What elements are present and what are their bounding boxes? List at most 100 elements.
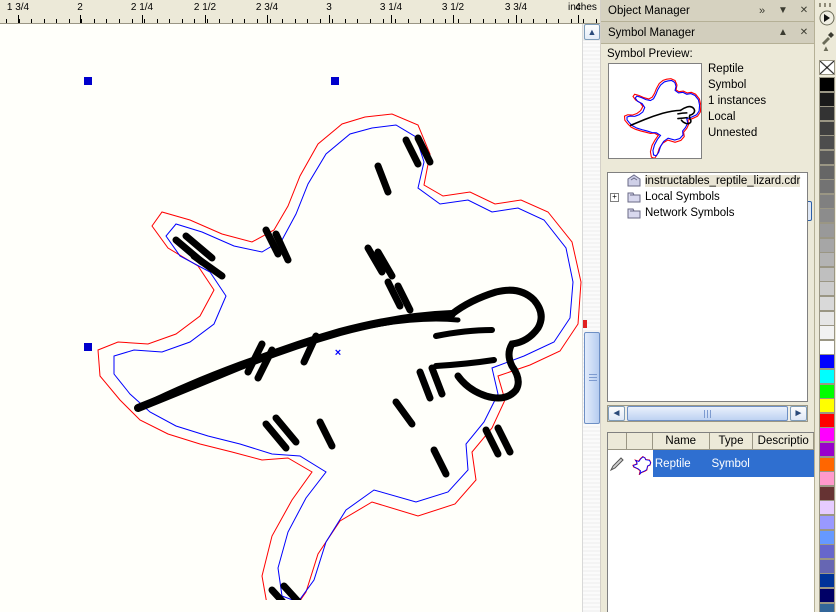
hscrollbar-track[interactable] <box>625 406 790 421</box>
scrollbar-grip-icon <box>589 373 597 381</box>
table-cell[interactable]: Reptile <box>652 450 710 477</box>
color-swatch[interactable] <box>819 281 835 297</box>
color-swatch[interactable] <box>819 339 835 355</box>
symbol-scope: Local <box>708 111 736 123</box>
symbol-tree-hscrollbar[interactable]: ◄ ► <box>607 405 808 422</box>
ruler-tick <box>257 19 258 23</box>
ruler-major-tick <box>516 15 517 23</box>
canvas-vertical-scrollbar[interactable]: ▲ <box>582 24 600 612</box>
color-swatch[interactable] <box>819 179 835 195</box>
color-swatch[interactable] <box>819 515 835 530</box>
object-manager-expand-icon[interactable]: » <box>756 4 768 18</box>
symbol-manager-close-icon[interactable]: ✕ <box>798 26 810 40</box>
ruler-tick <box>94 19 95 23</box>
ruler-tick <box>106 19 107 23</box>
table-row[interactable]: Reptile Symbol <box>608 450 814 477</box>
table-cell[interactable] <box>753 450 814 477</box>
object-manager-close-icon[interactable]: ✕ <box>798 4 810 18</box>
color-swatch[interactable] <box>819 223 835 238</box>
table-cell[interactable]: Symbol <box>709 450 754 477</box>
color-swatch[interactable] <box>819 412 835 428</box>
color-swatch[interactable] <box>819 106 835 122</box>
folder-icon <box>626 206 642 220</box>
color-swatch[interactable] <box>819 383 835 399</box>
color-swatch[interactable] <box>819 193 835 209</box>
color-swatch[interactable] <box>819 266 835 282</box>
color-swatch[interactable] <box>819 135 835 151</box>
tree-item[interactable]: instructables_reptile_lizard.cdr <box>608 173 807 189</box>
scroll-up-arrow-icon[interactable]: ▲ <box>584 24 600 40</box>
drawing-canvas[interactable]: × <box>0 24 582 612</box>
ruler-tick <box>383 19 384 23</box>
color-swatch[interactable] <box>819 310 835 326</box>
ruler-major-tick <box>18 15 19 23</box>
color-swatch[interactable] <box>819 427 835 443</box>
document-icon <box>626 174 642 188</box>
color-swatch[interactable] <box>819 456 835 472</box>
object-manager-titlebar[interactable]: Object Manager » ▼ ✕ <box>601 0 814 22</box>
color-swatch[interactable] <box>819 77 835 92</box>
rotation-center-marker[interactable]: × <box>335 347 341 359</box>
selection-handle[interactable] <box>331 77 339 85</box>
swatch-no-color[interactable] <box>819 60 835 75</box>
toolbar-drag-handle[interactable] <box>819 3 833 7</box>
color-swatch[interactable] <box>819 398 835 414</box>
horizontal-ruler[interactable]: 1 3/4 2 2 1/4 2 1/2 2 3/4 3 3 1/4 3 1/2 3 3/4 4 in… <box>0 0 600 24</box>
selection-handle[interactable] <box>84 343 92 351</box>
tree-item[interactable]: Network Symbols <box>608 205 807 221</box>
symbol-manager-titlebar[interactable]: Symbol Manager ▲ ✕ <box>601 22 814 44</box>
color-swatch[interactable] <box>819 237 835 253</box>
color-swatch[interactable] <box>819 296 835 311</box>
color-swatch[interactable] <box>819 325 835 341</box>
object-manager-collapse-icon[interactable]: ▼ <box>777 4 789 18</box>
palette-scroll-up-icon[interactable]: ▲ <box>819 44 833 54</box>
ruler-tick <box>182 19 183 23</box>
color-swatch[interactable] <box>819 602 835 612</box>
color-eyedropper-flyout-icon[interactable] <box>818 9 835 26</box>
symbol-tree[interactable]: instructables_reptile_lizard.cdr + Local S… <box>607 172 808 402</box>
scrollbar-thumb[interactable] <box>584 332 600 424</box>
color-swatch[interactable] <box>819 529 835 545</box>
color-swatch[interactable] <box>819 442 835 457</box>
color-swatch[interactable] <box>819 208 835 224</box>
ruler-label: 3 3/4 <box>504 2 528 13</box>
color-palette[interactable]: ▲ <box>814 44 836 612</box>
tree-expander-icon[interactable]: + <box>610 193 619 202</box>
tree-item[interactable]: + Local Symbols <box>608 189 807 205</box>
scroll-left-arrow-icon[interactable]: ◄ <box>608 406 625 421</box>
symbol-manager-body: Symbol Preview: Reptile Symbol 1 instanc… <box>601 44 814 612</box>
symbol-manager-collapse-icon[interactable]: ▲ <box>777 26 789 40</box>
column-header[interactable]: Type <box>710 433 754 449</box>
color-swatch[interactable] <box>819 544 835 560</box>
column-header[interactable]: Descriptio <box>753 433 814 449</box>
color-swatch[interactable] <box>819 120 835 136</box>
column-header[interactable]: Name <box>653 433 710 449</box>
scroll-right-arrow-icon[interactable]: ► <box>790 406 807 421</box>
color-swatch[interactable] <box>819 252 835 268</box>
symbol-list[interactable]: Name Type Descriptio Reptile Symbol <box>607 432 814 612</box>
color-swatch[interactable] <box>819 164 835 180</box>
ruler-tick <box>345 19 346 23</box>
ruler-tick <box>546 19 547 23</box>
selection-handle[interactable] <box>84 77 92 85</box>
color-swatch[interactable] <box>819 573 835 589</box>
column-header[interactable] <box>608 433 627 449</box>
color-swatch[interactable] <box>819 485 835 501</box>
ruler-tick <box>521 19 522 23</box>
color-swatch[interactable] <box>819 500 835 516</box>
ruler-tick <box>194 19 195 23</box>
color-swatch[interactable] <box>819 588 835 603</box>
hscrollbar-thumb[interactable] <box>627 406 788 421</box>
ruler-major-tick <box>80 15 81 23</box>
reptile-lizard-drawing[interactable]: × <box>0 24 582 612</box>
column-header[interactable] <box>627 433 653 449</box>
color-swatch[interactable] <box>819 369 835 384</box>
ruler-tick <box>320 19 321 23</box>
color-swatch[interactable] <box>819 558 835 574</box>
object-manager-title: Object Manager <box>608 4 690 17</box>
color-swatch[interactable] <box>819 471 835 487</box>
ruler-tick <box>44 19 45 23</box>
color-swatch[interactable] <box>819 150 835 165</box>
color-swatch[interactable] <box>819 354 835 370</box>
color-swatch[interactable] <box>819 91 835 107</box>
